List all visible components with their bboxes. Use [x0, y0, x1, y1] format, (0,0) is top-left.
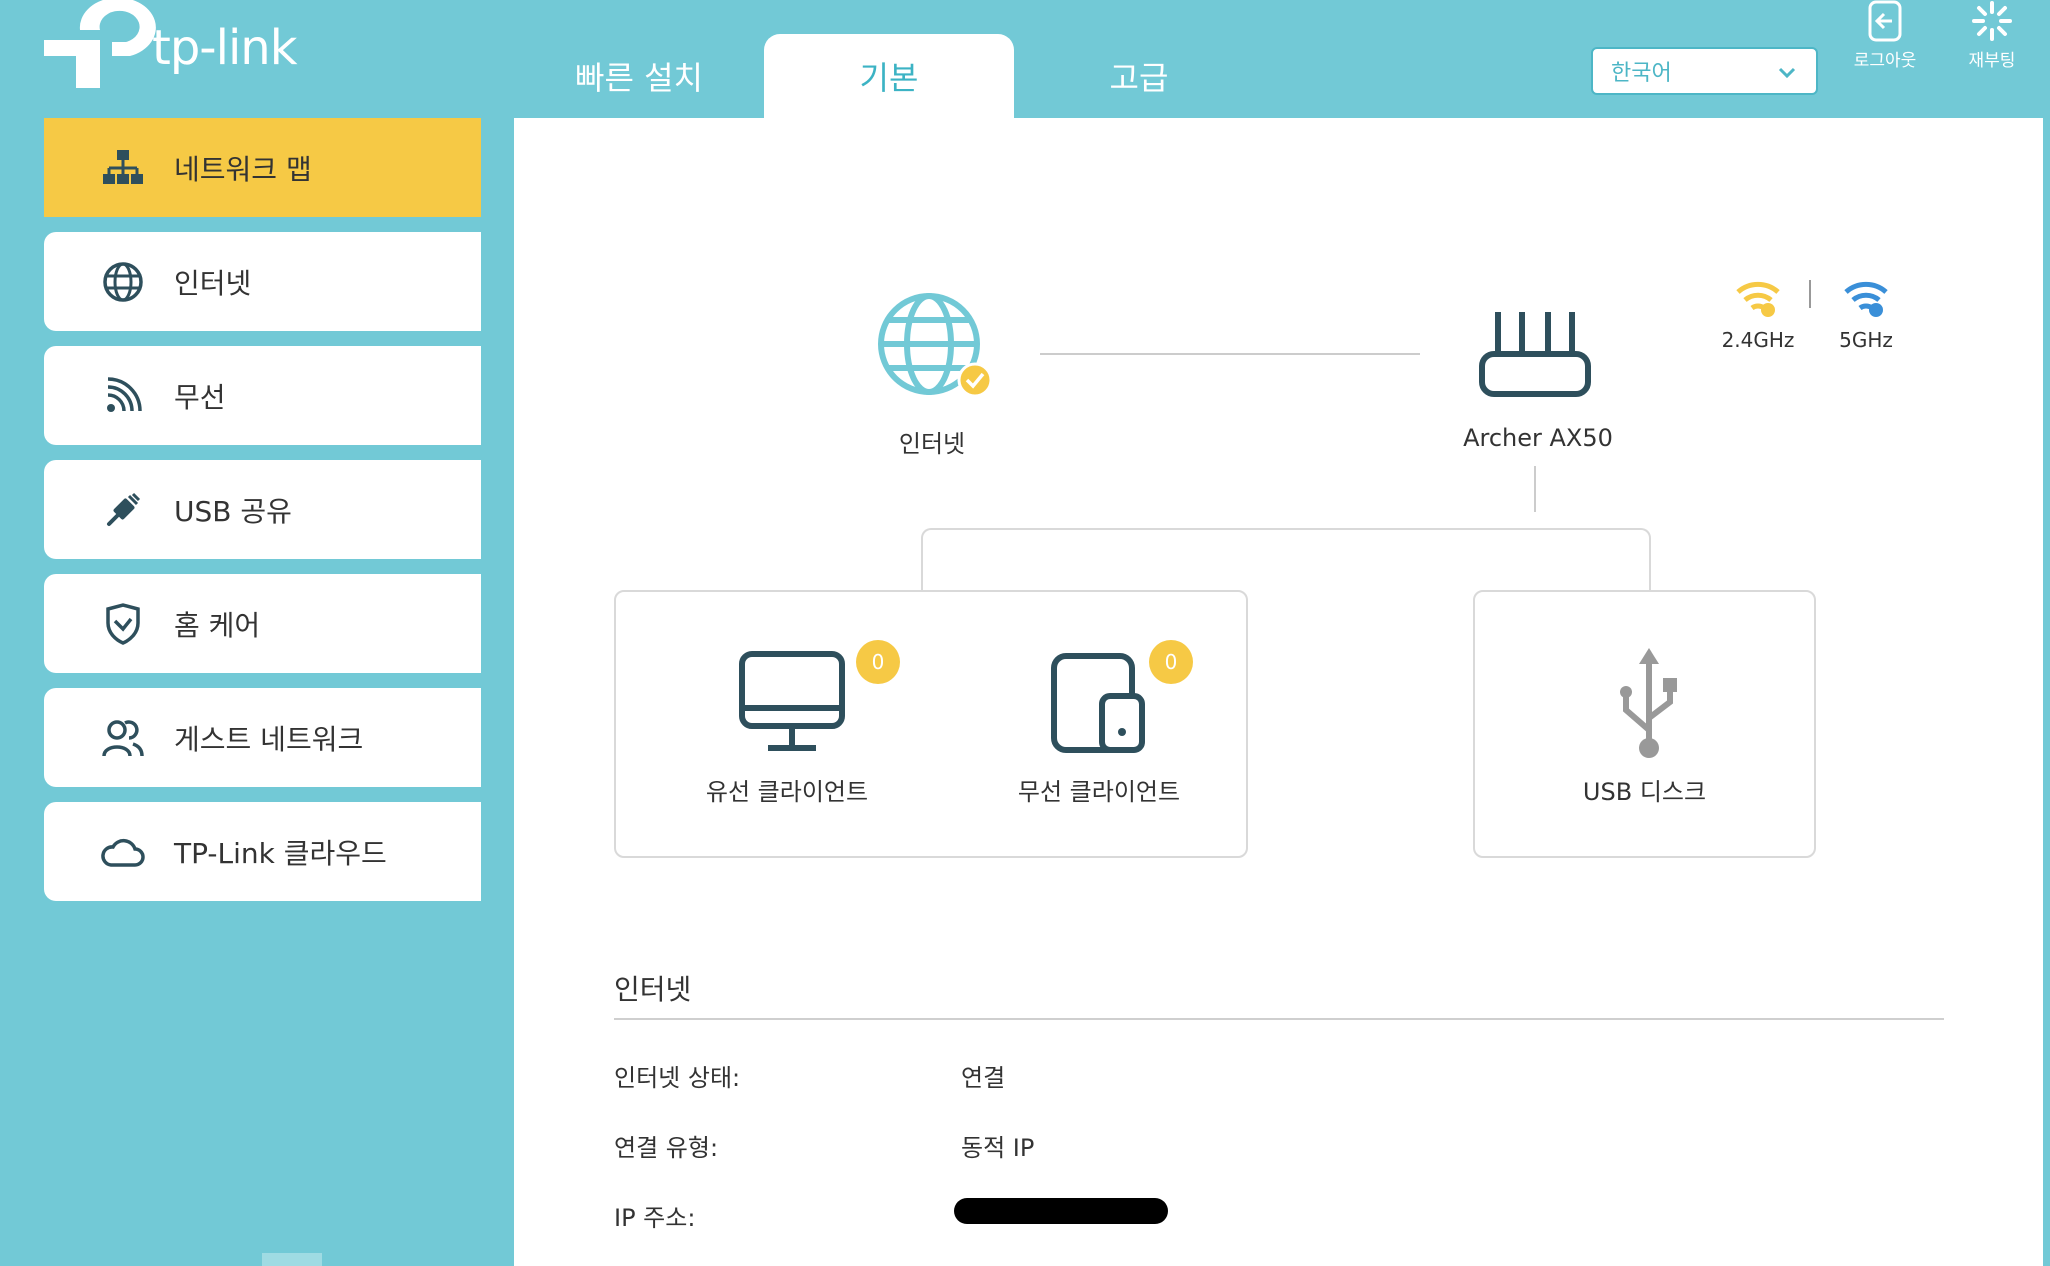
wired-count-badge: 0 — [856, 640, 900, 684]
internet-status-key: 인터넷 상태: — [614, 1064, 741, 1092]
section-title-internet: 인터넷 — [614, 973, 692, 1006]
usb-disk-button[interactable] — [1618, 646, 1680, 760]
sidebar-item-label: 인터넷 — [174, 266, 252, 300]
cloud-icon — [100, 829, 146, 875]
wireless-icon — [100, 373, 146, 419]
globe-icon — [878, 293, 993, 398]
ip-address-key: IP 주소: — [614, 1204, 696, 1232]
language-select-value: 한국어 — [1611, 61, 1672, 86]
language-select[interactable]: 한국어 — [1591, 47, 1818, 95]
wifi-icon — [1844, 281, 1888, 317]
logout-button[interactable]: 로그아웃 — [1835, 0, 1935, 80]
reboot-icon — [1972, 1, 2012, 41]
wireless-count-badge: 0 — [1149, 640, 1193, 684]
internet-node[interactable] — [875, 290, 995, 410]
tab-advanced[interactable]: 고급 — [1014, 34, 1264, 118]
link-line — [1040, 353, 1420, 355]
router-node[interactable] — [1476, 308, 1596, 398]
globe-icon — [100, 259, 146, 305]
tab-quick-setup[interactable]: 빠른 설치 — [514, 34, 764, 118]
sidebar-item-wireless[interactable]: 무선 — [44, 346, 481, 445]
shield-icon — [100, 601, 146, 647]
brand-text: tp-link — [152, 20, 297, 76]
tree-bracket — [921, 528, 1651, 590]
wifi-icon — [1736, 281, 1780, 317]
divider — [1809, 280, 1811, 308]
router-label: Archer AX50 — [1463, 424, 1613, 452]
sidebar-item-cloud[interactable]: TP-Link 클라우드 — [44, 802, 481, 901]
band-5-label: 5GHz — [1839, 328, 1893, 352]
network-map-icon — [100, 145, 146, 191]
guests-icon — [100, 715, 146, 761]
tp-link-logo: tp-link — [40, 0, 320, 100]
sidebar-item-label: 홈 케어 — [174, 608, 261, 642]
sidebar-item-homecare[interactable]: 홈 케어 — [44, 574, 481, 673]
internet-status-value: 연결 — [961, 1064, 1006, 1092]
wired-clients-button[interactable] — [738, 650, 846, 754]
wired-clients-label: 유선 클라이언트 — [705, 778, 869, 806]
sidebar-item-label: USB 공유 — [174, 494, 292, 528]
sidebar-item-guest-network[interactable]: 게스트 네트워크 — [44, 688, 481, 787]
router-icon — [1479, 312, 1591, 397]
sidebar-item-label: 게스트 네트워크 — [174, 722, 364, 756]
usb-disk-label: USB 디스크 — [1582, 778, 1707, 806]
tab-basic[interactable]: 기본 — [764, 34, 1014, 118]
logout-icon — [1868, 0, 1902, 42]
wireless-clients-label: 무선 클라이언트 — [1017, 778, 1181, 806]
tree-line — [1534, 466, 1536, 512]
devices-icon — [1051, 653, 1145, 753]
wifi-24ghz-indicator[interactable] — [1734, 278, 1782, 318]
clients-card — [614, 590, 1248, 858]
internet-label: 인터넷 — [898, 430, 966, 458]
reboot-label: 재부팅 — [1968, 51, 2016, 71]
reboot-button[interactable]: 재부팅 — [1942, 0, 2042, 80]
chevron-down-icon — [1778, 67, 1796, 79]
monitor-icon — [739, 651, 845, 751]
section-divider — [614, 1018, 1944, 1020]
logout-label: 로그아웃 — [1853, 51, 1917, 71]
sidebar-item-usb-sharing[interactable]: USB 공유 — [44, 460, 481, 559]
usb-symbol-icon — [1620, 648, 1677, 758]
wireless-clients-button[interactable] — [1050, 652, 1146, 754]
sidebar-item-network-map[interactable]: 네트워크 맵 — [44, 118, 481, 217]
connection-type-value: 동적 IP — [961, 1134, 1035, 1162]
redacted-ip-value — [954, 1198, 1168, 1224]
wifi-5ghz-indicator[interactable] — [1842, 278, 1890, 318]
sidebar-item-internet[interactable]: 인터넷 — [44, 232, 481, 331]
usb-icon — [100, 487, 146, 533]
connection-type-key: 연결 유형: — [614, 1134, 719, 1162]
scroll-handle[interactable] — [262, 1253, 322, 1266]
band-24-label: 2.4GHz — [1721, 328, 1795, 352]
sidebar-item-label: 무선 — [174, 380, 226, 414]
sidebar-item-label: TP-Link 클라우드 — [174, 836, 387, 870]
sidebar-item-label: 네트워크 맵 — [174, 152, 312, 186]
